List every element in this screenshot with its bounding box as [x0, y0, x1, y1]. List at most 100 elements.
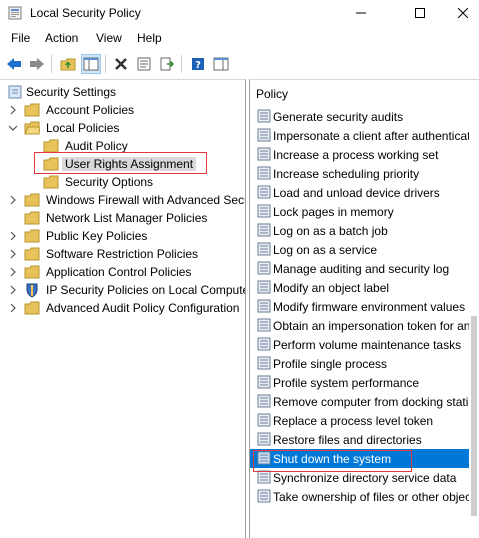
close-button[interactable]: [446, 0, 479, 26]
policy-row[interactable]: Modify an object label: [250, 278, 470, 297]
title-bar: Local Security Policy: [0, 0, 479, 26]
folder-icon: [24, 265, 40, 279]
policy-row[interactable]: Log on as a service: [250, 240, 470, 259]
export-list-icon: [160, 57, 174, 71]
expand-chevron-icon[interactable]: [8, 267, 18, 277]
policy-row[interactable]: Impersonate a client after authenticat: [250, 126, 470, 145]
policy-row[interactable]: Perform volume maintenance tasks: [250, 335, 470, 354]
policy-setting-icon: [257, 261, 271, 275]
policy-label: Load and unload device drivers: [273, 186, 440, 200]
policy-row[interactable]: Restore files and directories: [250, 430, 470, 449]
maximize-button[interactable]: [397, 0, 443, 26]
policy-row[interactable]: Take ownership of files or other objec: [250, 487, 472, 506]
policy-setting-icon: [257, 128, 271, 142]
tree-item-account-policies[interactable]: Account Policies: [0, 101, 245, 119]
console-pane-button[interactable]: [211, 54, 231, 74]
expand-chevron-icon[interactable]: [8, 195, 18, 205]
menu-view[interactable]: View: [96, 31, 122, 45]
menu-help[interactable]: Help: [137, 31, 162, 45]
minimize-button[interactable]: [338, 0, 384, 26]
policy-column-header[interactable]: Policy: [256, 87, 288, 101]
vertical-scrollbar[interactable]: [469, 80, 479, 538]
policy-row[interactable]: Obtain an impersonation token for an: [250, 316, 470, 335]
back-button[interactable]: [4, 54, 24, 74]
folder-icon: [24, 193, 40, 207]
tree-item-advanced-audit[interactable]: Advanced Audit Policy Configuration: [0, 299, 245, 317]
tree-item-security-settings[interactable]: Security Settings: [0, 83, 245, 101]
tree-label: Network List Manager Policies: [46, 211, 208, 225]
annotation-highlight-box: [34, 152, 207, 174]
folder-open-icon: [24, 121, 40, 135]
policy-setting-icon: [257, 432, 271, 446]
tree-item-ip-security[interactable]: IP Security Policies on Local Compute: [0, 281, 245, 299]
policy-setting-icon: [257, 299, 271, 313]
policy-label: Take ownership of files or other objec: [273, 490, 472, 504]
help-button[interactable]: ?: [188, 54, 208, 74]
policy-row[interactable]: Lock pages in memory: [250, 202, 470, 221]
policy-row[interactable]: Manage auditing and security log: [250, 259, 470, 278]
expand-chevron-icon[interactable]: [8, 249, 18, 259]
policy-list-pane[interactable]: Policy Generate security audits Impersona…: [249, 79, 479, 538]
tree-label: Account Policies: [46, 103, 135, 117]
policy-row[interactable]: Increase scheduling priority: [250, 164, 470, 183]
folder-icon: [24, 211, 40, 225]
folder-icon: [24, 229, 40, 243]
security-policy-app-icon: [8, 6, 22, 20]
policy-row[interactable]: Generate security audits: [250, 107, 470, 126]
policy-row[interactable]: Increase a process working set: [250, 145, 470, 164]
policy-setting-icon: [257, 280, 271, 294]
policy-setting-icon: [257, 204, 271, 218]
scrollbar-thumb[interactable]: [471, 316, 477, 516]
policy-row[interactable]: Modify firmware environment values: [250, 297, 470, 316]
policy-row[interactable]: Profile single process: [250, 354, 470, 373]
policy-row[interactable]: Remove computer from docking stati: [250, 392, 470, 411]
policy-setting-icon: [257, 470, 271, 484]
console-tree-pane[interactable]: Security Settings Account Policies Local…: [0, 79, 246, 538]
tree-item-application-control[interactable]: Application Control Policies: [0, 263, 245, 281]
up-one-level-button[interactable]: [58, 54, 78, 74]
tree-label: Advanced Audit Policy Configuration: [46, 301, 240, 315]
tree-item-public-key-policies[interactable]: Public Key Policies: [0, 227, 245, 245]
policy-setting-icon: [257, 242, 271, 256]
expand-chevron-icon[interactable]: [8, 105, 18, 115]
policy-label: Obtain an impersonation token for an: [273, 319, 471, 333]
toolbar: ?: [0, 52, 479, 76]
menu-file[interactable]: File: [11, 31, 30, 45]
tree-item-windows-firewall[interactable]: Windows Firewall with Advanced Secu: [0, 191, 246, 209]
expand-chevron-icon[interactable]: [8, 231, 18, 241]
folder-icon: [24, 103, 40, 117]
toolbar-separator: [51, 55, 52, 73]
tree-label: Security Options: [65, 175, 154, 189]
tree-label: Security Settings: [26, 85, 117, 99]
tree-label: Local Policies: [46, 121, 120, 135]
forward-arrow-icon: [30, 58, 44, 70]
policy-row[interactable]: Log on as a batch job: [250, 221, 470, 240]
expand-chevron-icon[interactable]: [8, 285, 18, 295]
policy-setting-icon: [257, 166, 271, 180]
tree-label: Public Key Policies: [46, 229, 148, 243]
policy-setting-icon: [257, 147, 271, 161]
delete-button[interactable]: [111, 54, 131, 74]
properties-button[interactable]: [134, 54, 154, 74]
export-list-button[interactable]: [157, 54, 177, 74]
policy-row[interactable]: Load and unload device drivers: [250, 183, 470, 202]
expand-chevron-icon[interactable]: [8, 303, 18, 313]
tree-item-local-policies[interactable]: Local Policies: [0, 119, 245, 137]
menu-action[interactable]: Action: [45, 31, 78, 45]
tree-label: Application Control Policies: [46, 265, 192, 279]
collapse-chevron-icon[interactable]: [8, 123, 18, 133]
toolbar-separator: [105, 55, 106, 73]
policy-label: Log on as a service: [273, 243, 378, 257]
annotation-highlight-box: [253, 450, 412, 472]
tree-item-network-list-manager[interactable]: Network List Manager Policies: [0, 209, 245, 227]
tree-item-software-restriction[interactable]: Software Restriction Policies: [0, 245, 245, 263]
tree-item-security-options[interactable]: Security Options: [0, 173, 245, 191]
folder-icon: [43, 175, 59, 189]
policy-row[interactable]: Profile system performance: [250, 373, 470, 392]
policy-row[interactable]: Replace a process level token: [250, 411, 470, 430]
show-hide-tree-button[interactable]: [81, 54, 101, 74]
policy-label: Lock pages in memory: [273, 205, 394, 219]
forward-button[interactable]: [27, 54, 47, 74]
policy-label: Replace a process level token: [273, 414, 434, 428]
tree-label: Windows Firewall with Advanced Secu: [46, 193, 246, 207]
